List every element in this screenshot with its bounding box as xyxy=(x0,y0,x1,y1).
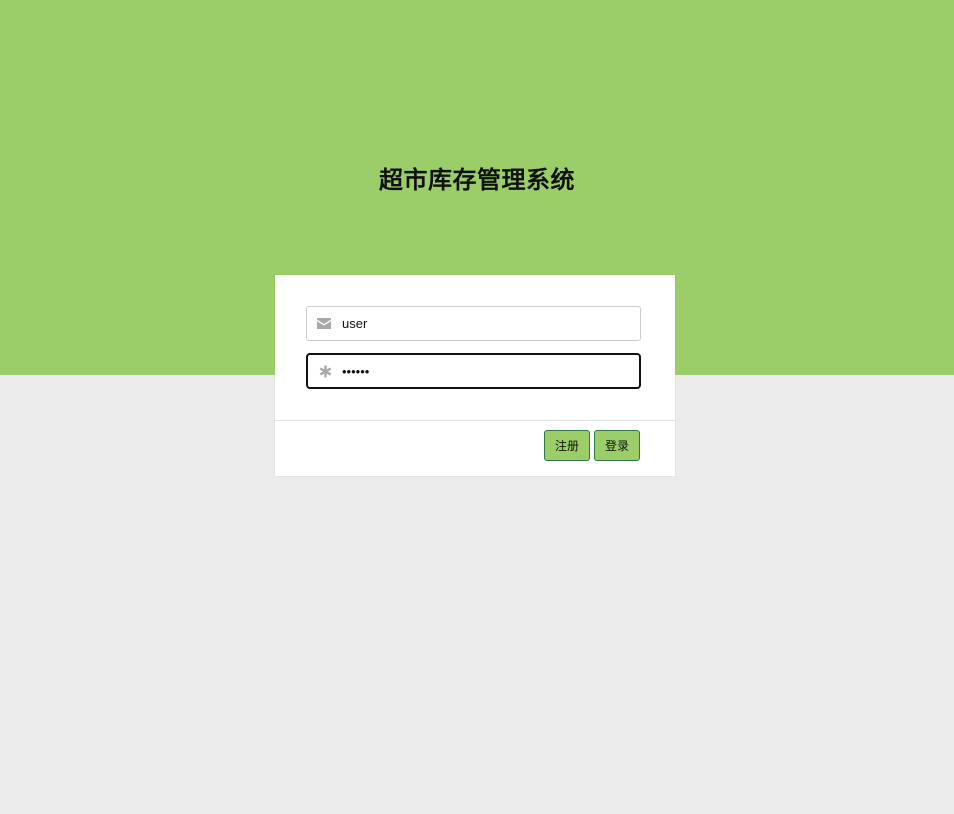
card-footer-divider xyxy=(275,420,675,421)
envelope-icon xyxy=(316,307,332,340)
page: 超市库存管理系统 user •••••• 注册 登录 xyxy=(0,0,954,814)
password-field[interactable] xyxy=(306,353,641,389)
register-button[interactable]: 注册 xyxy=(544,430,590,461)
username-field[interactable] xyxy=(306,306,641,341)
login-card-body xyxy=(275,275,675,420)
username-input[interactable] xyxy=(342,307,632,340)
login-card: 注册 登录 xyxy=(275,275,675,476)
login-button[interactable]: 登录 xyxy=(594,430,640,461)
password-input[interactable] xyxy=(342,355,632,387)
page-title: 超市库存管理系统 xyxy=(379,166,575,194)
asterisk-icon xyxy=(317,355,333,387)
